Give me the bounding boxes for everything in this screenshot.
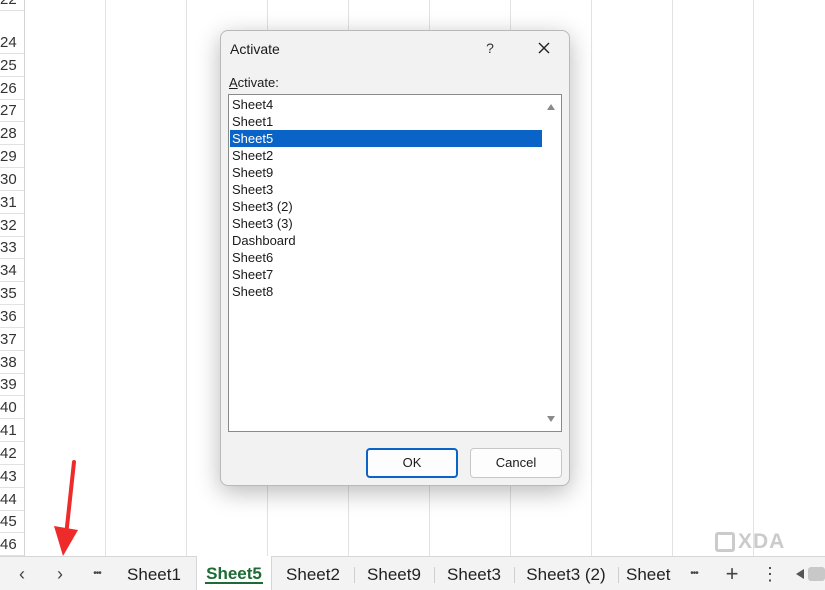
logo-mark-icon (715, 532, 735, 553)
tab-divider (434, 567, 435, 583)
tab-divider (618, 567, 619, 583)
row-number[interactable]: 31 (0, 191, 24, 214)
scroll-left-icon[interactable] (794, 568, 806, 580)
column-gridline (753, 0, 754, 556)
sheet-listbox[interactable]: Sheet4 Sheet1 Sheet5 Sheet2 Sheet9 Sheet… (228, 94, 562, 432)
sheet-list-label: Activate: (229, 75, 279, 90)
tab-divider (514, 567, 515, 583)
row-number[interactable]: 33 (0, 236, 24, 259)
list-item[interactable]: Sheet2 (230, 147, 542, 164)
row-number[interactable]: 46 (0, 533, 24, 556)
tab-options-icon[interactable]: ⋮ (759, 563, 781, 585)
row-number[interactable]: 32 (0, 214, 24, 237)
sheet-tab[interactable]: Sheet9 (358, 557, 430, 590)
list-item[interactable]: Dashboard (230, 232, 542, 249)
list-item[interactable]: Sheet8 (230, 283, 542, 300)
cancel-button[interactable]: Cancel (470, 448, 562, 478)
chevron-right-icon[interactable]: › (49, 563, 71, 585)
column-gridline (672, 0, 673, 556)
row-number[interactable]: 40 (0, 396, 24, 419)
column-gridline (591, 0, 592, 556)
row-number[interactable]: 24 (0, 31, 24, 54)
list-item[interactable]: Sheet3 (3) (230, 215, 542, 232)
row-number[interactable]: 27 (0, 99, 24, 122)
list-item[interactable]: Sheet9 (230, 164, 542, 181)
sheet-tab-bar: ‹ › ••• Sheet1 Sheet5 Sheet2 Sheet9 Shee… (0, 556, 825, 590)
scroll-down-icon[interactable] (547, 416, 555, 422)
dialog-title: Activate (230, 41, 280, 57)
close-icon[interactable] (533, 37, 555, 59)
chevron-left-icon[interactable]: ‹ (11, 563, 33, 585)
sheet-tab[interactable]: Sheet1 (118, 557, 190, 590)
label-rest: ctivate: (237, 75, 279, 90)
more-tabs-left-button[interactable]: ••• (86, 563, 108, 585)
row-number[interactable]: 37 (0, 328, 24, 351)
row-number[interactable]: 38 (0, 351, 24, 374)
watermark-text: XDA (738, 530, 786, 553)
sheet-tab-label: Sheet5 (206, 564, 262, 583)
ok-button[interactable]: OK (366, 448, 458, 478)
watermark-logo: XDA (715, 530, 785, 554)
row-number[interactable]: 35 (0, 282, 24, 305)
sheet-tab[interactable]: Sheet3 (438, 557, 510, 590)
scroll-up-icon[interactable] (547, 104, 555, 110)
row-number[interactable]: 36 (0, 305, 24, 328)
row-number[interactable]: 22 (0, 0, 24, 11)
row-number[interactable]: 44 (0, 488, 24, 511)
sheet-tab[interactable]: Sheet2 (276, 557, 350, 590)
row-number[interactable]: 30 (0, 168, 24, 191)
more-tabs-right-button[interactable]: ••• (683, 563, 705, 585)
column-gridline (105, 0, 106, 556)
active-tab-underline (205, 582, 263, 584)
list-item[interactable]: Sheet7 (230, 266, 542, 283)
list-item[interactable]: Sheet1 (230, 113, 542, 130)
access-key: A (229, 75, 238, 90)
row-number[interactable]: 39 (0, 373, 24, 396)
row-number[interactable]: 42 (0, 442, 24, 465)
horizontal-scrollbar-thumb[interactable] (808, 567, 825, 581)
row-number[interactable]: 41 (0, 419, 24, 442)
list-item[interactable]: Sheet6 (230, 249, 542, 266)
list-item[interactable]: Sheet3 (2) (230, 198, 542, 215)
tab-divider (354, 567, 355, 583)
add-sheet-icon[interactable]: + (721, 563, 743, 585)
sheet-tab-active[interactable]: Sheet5 (196, 556, 272, 590)
row-number[interactable]: 29 (0, 145, 24, 168)
row-number[interactable]: 43 (0, 465, 24, 488)
activate-dialog: Activate ? Activate: Sheet4 Sheet1 Sheet… (220, 30, 570, 486)
row-header: 22 24 25 26 27 28 29 30 31 32 33 34 35 3… (0, 0, 25, 556)
help-icon[interactable]: ? (479, 37, 501, 59)
row-number[interactable]: 25 (0, 54, 24, 77)
list-scrollbar[interactable] (543, 96, 560, 430)
row-number[interactable]: 28 (0, 122, 24, 145)
column-gridline (186, 0, 187, 556)
sheet-tab[interactable]: Sheet (626, 557, 678, 590)
list-item[interactable]: Sheet4 (230, 96, 542, 113)
row-number[interactable]: 45 (0, 510, 24, 533)
list-item[interactable]: Sheet3 (230, 181, 542, 198)
list-item-selected[interactable]: Sheet5 (230, 130, 542, 147)
row-number[interactable]: 26 (0, 77, 24, 100)
row-number[interactable]: 34 (0, 259, 24, 282)
sheet-tab[interactable]: Sheet3 (2) (518, 557, 614, 590)
annotation-arrow (54, 460, 78, 556)
